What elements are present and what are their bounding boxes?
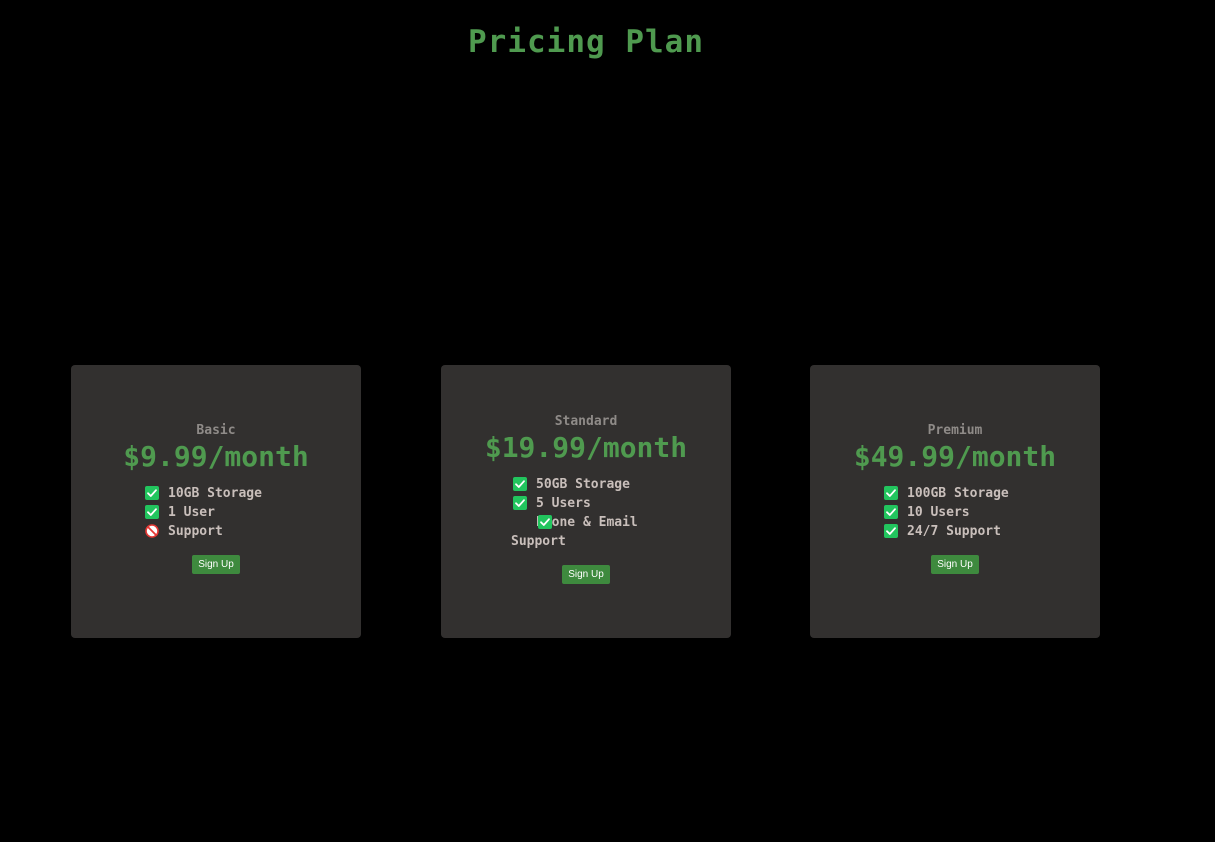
no-entry-icon	[145, 524, 159, 538]
check-icon	[513, 515, 552, 529]
check-icon	[513, 477, 527, 491]
feature-item: Support	[143, 522, 289, 541]
plan-name: Premium	[927, 423, 983, 438]
check-icon	[884, 505, 898, 519]
plan-price: $19.99/month	[484, 431, 688, 464]
signup-button-premium[interactable]: Sign Up	[931, 555, 979, 574]
plan-name: Basic	[196, 423, 236, 438]
check-icon	[884, 524, 898, 538]
feature-item: 5 Users	[511, 494, 661, 513]
signup-button-basic[interactable]: Sign Up	[192, 555, 240, 574]
feature-item: 24/7 Support	[882, 522, 1028, 541]
plan-card-premium: Premium $49.99/month 100GB Storage 10 Us…	[810, 365, 1100, 638]
plan-card-basic: Basic $9.99/month 10GB Storage 1 User Su…	[71, 365, 361, 638]
feature-item: Phone & Email Support	[511, 515, 638, 549]
feature-item: 10GB Storage	[143, 484, 289, 503]
page-title: Pricing Plan	[468, 24, 704, 60]
signup-button-standard[interactable]: Sign Up	[562, 565, 610, 584]
check-icon	[145, 505, 159, 519]
check-icon	[145, 486, 159, 500]
plan-card-standard: Standard $19.99/month 50GB Storage 5 Use…	[441, 365, 731, 638]
feature-item: 10 Users	[882, 503, 1028, 522]
feature-item: 1 User	[143, 503, 289, 522]
feature-item: 100GB Storage	[882, 484, 1028, 503]
plan-name: Standard	[554, 414, 618, 429]
plan-price: $49.99/month	[853, 440, 1057, 473]
feature-item: 50GB Storage	[511, 475, 661, 494]
pricing-page: Pricing Plan Basic $9.99/month 10GB Stor…	[0, 0, 1215, 842]
plan-price: $9.99/month	[123, 440, 309, 473]
check-icon	[513, 496, 527, 510]
check-icon	[884, 486, 898, 500]
feature-list: 100GB Storage 10 Users 24/7 Support	[882, 484, 1028, 541]
feature-list: 50GB Storage 5 Users Phone & Email Suppo…	[511, 475, 661, 551]
feature-list: 10GB Storage 1 User Support	[143, 484, 289, 541]
